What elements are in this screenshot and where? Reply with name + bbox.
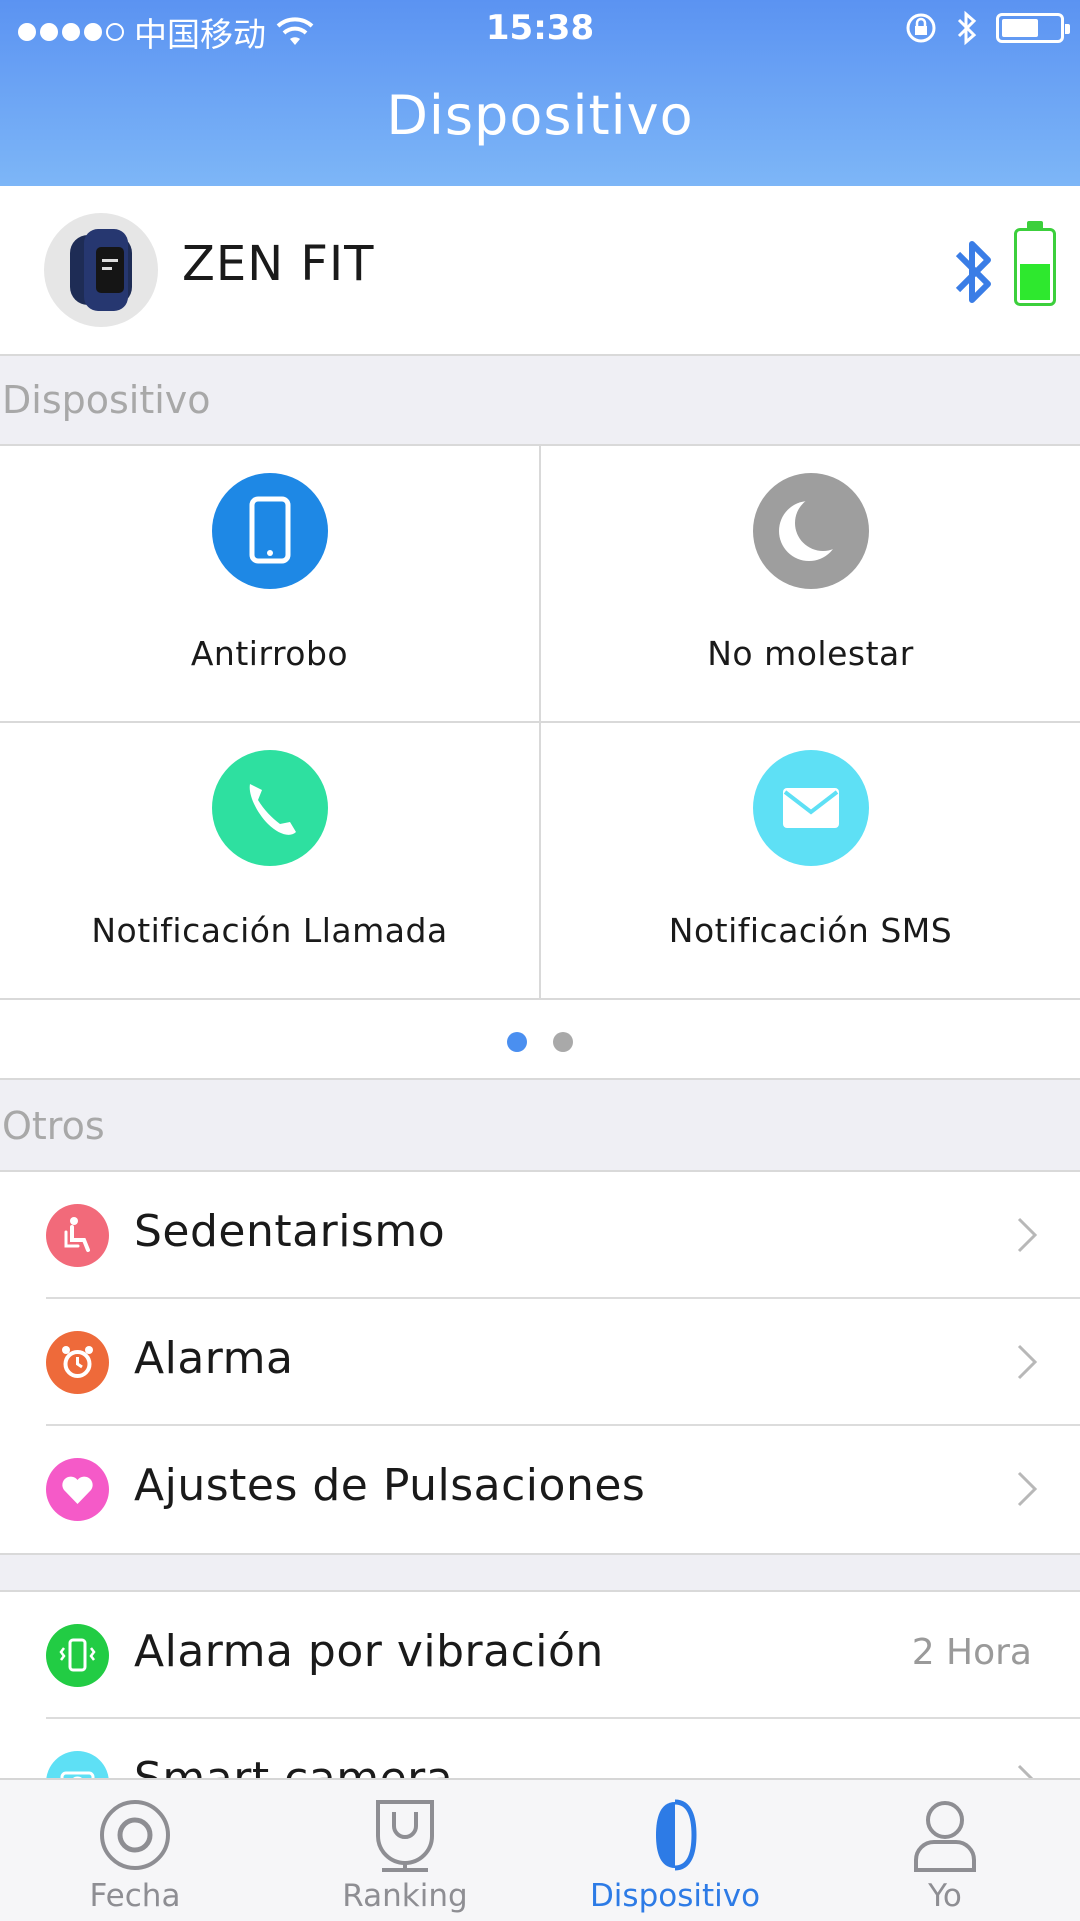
chevron-right-icon <box>1017 1344 1038 1380</box>
phone-device-icon <box>212 473 328 589</box>
battery-icon <box>996 13 1070 43</box>
feature-grid: Antirrobo No molestar Notificación Llama… <box>0 444 1080 1000</box>
grid-item-label: Antirrobo <box>190 634 349 673</box>
list-item-label: Sedentarismo <box>134 1206 446 1257</box>
moon-icon <box>753 473 869 589</box>
page-indicator[interactable] <box>0 998 1080 1080</box>
page-dot[interactable] <box>553 1032 573 1052</box>
list-item-sedentarismo[interactable]: Sedentarismo <box>0 1172 1080 1299</box>
tab-fecha[interactable]: Fecha <box>0 1780 270 1921</box>
tab-label: Fecha <box>89 1878 181 1914</box>
list-item-ajustes-pulsaciones[interactable]: Ajustes de Pulsaciones <box>0 1426 1080 1553</box>
tab-dispositivo[interactable]: Dispositivo <box>540 1780 810 1921</box>
tab-label: Yo <box>928 1878 962 1914</box>
others-list: Sedentarismo Alarma Ajustes de Pulsacion… <box>0 1170 1080 1555</box>
grid-divider-horizontal <box>0 721 1080 723</box>
grid-item-antirrobo[interactable]: Antirrobo <box>0 446 539 721</box>
list-item-label: Alarma <box>134 1333 294 1384</box>
grid-divider-vertical <box>539 446 541 1000</box>
section-header-others: Otros <box>0 1082 1080 1170</box>
grid-item-label: Notificación SMS <box>668 911 953 950</box>
device-battery-icon <box>1014 221 1056 306</box>
mail-icon <box>753 750 869 866</box>
grid-item-notificacion-llamada[interactable]: Notificación Llamada <box>0 723 539 998</box>
device-card[interactable]: ZEN FIT <box>0 186 1080 356</box>
status-bar: 中国移动 15:38 <box>0 0 1080 58</box>
list-item-label: Alarma por vibración <box>134 1626 604 1677</box>
tab-bar: Fecha Ranking Dispositivo Yo <box>0 1778 1080 1921</box>
status-right <box>904 10 1070 46</box>
grid-item-no-molestar[interactable]: No molestar <box>541 446 1080 721</box>
list-item-alarma[interactable]: Alarma <box>0 1299 1080 1426</box>
tab-ranking[interactable]: Ranking <box>270 1780 540 1921</box>
call-icon <box>212 750 328 866</box>
alarm-clock-icon <box>46 1331 109 1394</box>
bluetooth-status-icon <box>957 10 977 46</box>
list-item-label: Ajustes de Pulsaciones <box>134 1460 646 1511</box>
rotation-lock-icon <box>906 13 936 43</box>
chevron-right-icon <box>1017 1217 1038 1253</box>
device-image <box>44 213 158 327</box>
vibration-icon <box>46 1624 109 1687</box>
page-title: Dispositivo <box>386 84 694 147</box>
grid-item-label: Notificación Llamada <box>91 911 448 950</box>
device-name: ZEN FIT <box>182 236 375 292</box>
tab-label: Dispositivo <box>589 1878 761 1914</box>
list-item-value: 2 Hora <box>911 1632 1032 1673</box>
chevron-right-icon <box>1017 1471 1038 1507</box>
tab-yo[interactable]: Yo <box>810 1780 1080 1921</box>
trophy-icon <box>376 1800 434 1872</box>
person-icon <box>914 1801 976 1872</box>
tab-label: Ranking <box>342 1878 468 1914</box>
sitting-person-icon <box>46 1204 109 1267</box>
page-dot-active[interactable] <box>507 1032 527 1052</box>
top-bar: 中国移动 15:38 Dispositivo <box>0 0 1080 186</box>
section-header-device: Dispositivo <box>0 356 1080 444</box>
band-icon <box>656 1799 697 1871</box>
target-circle-icon <box>100 1800 170 1870</box>
list-item-alarma-vibracion[interactable]: Alarma por vibración 2 Hora <box>0 1592 1080 1719</box>
bluetooth-icon <box>955 241 991 303</box>
grid-item-notificacion-sms[interactable]: Notificación SMS <box>541 723 1080 998</box>
grid-item-label: No molestar <box>707 634 914 673</box>
heart-icon <box>46 1458 109 1521</box>
